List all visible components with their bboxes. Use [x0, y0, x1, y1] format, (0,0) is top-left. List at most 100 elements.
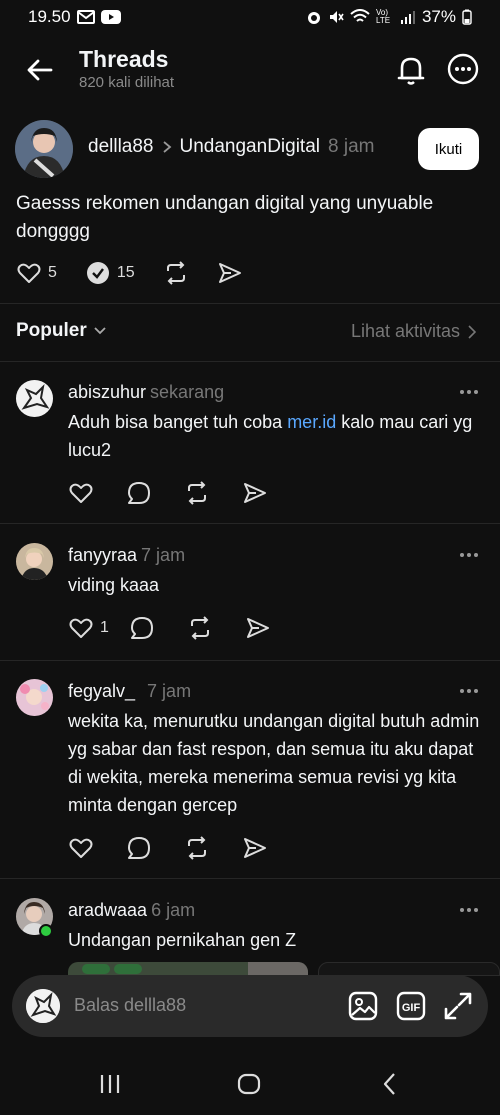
repost-icon[interactable]: [163, 260, 189, 286]
more-options-icon[interactable]: [446, 52, 480, 86]
back-arrow-icon[interactable]: [24, 54, 56, 86]
reply-username[interactable]: fegyalv_: [68, 681, 135, 701]
reply-item: abiszuhur sekarang Aduh bisa banget tuh c…: [0, 380, 500, 520]
sort-dropdown[interactable]: Populer: [16, 320, 107, 342]
more-options-icon[interactable]: [458, 900, 480, 920]
follow-button[interactable]: Ikuti: [418, 128, 479, 170]
signal-icon: [400, 11, 415, 24]
reply-username[interactable]: fanyyraa: [68, 545, 137, 565]
reply-text: Undangan pernikahan gen Z: [68, 930, 297, 950]
repost-count-button[interactable]: 15: [85, 260, 135, 286]
reply-header: abiszuhur sekarang: [68, 382, 224, 403]
more-options-icon[interactable]: [458, 681, 480, 701]
post-text: Gaesss rekomen undangan digital yang uny…: [16, 193, 434, 242]
more-options-icon[interactable]: [458, 382, 480, 402]
top-bar: Threads 820 kali dilihat: [0, 36, 500, 108]
divider: [0, 303, 500, 304]
media-thumbnail[interactable]: [318, 962, 500, 976]
bell-icon[interactable]: [393, 52, 429, 88]
reply-text: viding kaaa: [68, 575, 160, 595]
gif-icon[interactable]: GIF: [396, 991, 426, 1021]
svg-text:GIF: GIF: [402, 1002, 421, 1014]
post-time: 8 jam: [328, 136, 375, 157]
media-thumbnail[interactable]: [68, 962, 308, 976]
chevron-down-icon: [94, 327, 106, 335]
reply-header: fegyalv_ 7 jam: [68, 681, 191, 702]
share-icon[interactable]: [217, 260, 243, 286]
reply-time: sekarang: [150, 382, 225, 402]
reply-time: 7 jam: [141, 545, 186, 565]
youtube-icon: [100, 10, 121, 24]
reply-time: 7 jam: [147, 681, 192, 701]
chevron-right-icon: [468, 324, 476, 339]
heart-icon[interactable]: [68, 835, 94, 861]
alarm-icon: [307, 12, 320, 24]
repost-icon[interactable]: [187, 615, 213, 641]
reply-actions: [68, 480, 268, 506]
reply-item: fegyalv_ 7 jam wekita ka, menurutku undan…: [0, 679, 500, 869]
more-options-icon[interactable]: [458, 545, 480, 565]
reply-actions: [68, 835, 268, 861]
share-icon[interactable]: [242, 835, 268, 861]
reply-header: aradwaaa 6 jam: [68, 900, 195, 921]
reply-item: aradwaaa 6 jam Undangan pernikahan gen Z: [0, 898, 500, 968]
expand-icon[interactable]: [442, 990, 474, 1022]
reply-header: fanyyraa 7 jam: [68, 545, 185, 566]
reply-username[interactable]: abiszuhur: [68, 382, 146, 402]
image-icon[interactable]: [348, 991, 378, 1021]
view-count: 820 kali dilihat: [79, 74, 175, 91]
gmail-icon: [76, 10, 95, 24]
community-name[interactable]: UndanganDigital: [180, 136, 321, 158]
network-label: Vo) LTE: [375, 8, 391, 25]
share-icon[interactable]: [242, 480, 268, 506]
battery-label: 37%: [421, 7, 456, 26]
status-bar: 19.50 Vo) LTE 37%: [0, 0, 500, 34]
system-nav-bar: [0, 1050, 500, 1115]
online-status-indicator: [39, 924, 53, 938]
like-count: 5: [48, 264, 57, 281]
like-button[interactable]: 5: [16, 260, 57, 286]
chevron-right-icon: [162, 141, 171, 153]
reply-text: Aduh bisa banget tuh coba mer.id kalo ma…: [68, 408, 488, 464]
status-time: 19.50: [28, 7, 71, 26]
like-button[interactable]: 1: [68, 615, 109, 641]
battery-icon: [462, 9, 472, 25]
post-actions: 5 15: [16, 260, 243, 286]
repost-count: 15: [116, 264, 135, 281]
avatar[interactable]: [16, 679, 53, 716]
reply-username[interactable]: aradwaaa: [68, 900, 147, 920]
heart-icon[interactable]: [68, 480, 94, 506]
reply-composer[interactable]: Balas dellla88 GIF: [12, 975, 488, 1037]
heart-icon: [17, 263, 41, 283]
heart-icon: [69, 618, 93, 638]
reply-text-start: Aduh bisa banget tuh coba: [68, 412, 288, 432]
divider: [0, 523, 500, 524]
reply-item: fanyyraa 7 jam viding kaaa 1: [0, 543, 500, 653]
reply-time: 6 jam: [151, 900, 196, 920]
wifi-icon: [350, 9, 370, 22]
reply-input[interactable]: Balas dellla88: [74, 995, 186, 1016]
view-activity-link[interactable]: Lihat aktivitas: [351, 321, 476, 342]
check-circle-icon: [86, 262, 109, 284]
page-title: Threads: [79, 46, 169, 72]
like-count: 1: [100, 619, 109, 636]
comment-icon[interactable]: [126, 835, 152, 861]
share-icon[interactable]: [245, 615, 271, 641]
post-username[interactable]: dellla88: [88, 136, 154, 158]
comment-icon[interactable]: [126, 480, 152, 506]
repost-icon[interactable]: [184, 480, 210, 506]
reply-text: wekita ka, menurutku undangan digital bu…: [68, 711, 480, 815]
reply-link[interactable]: mer.id: [287, 412, 336, 432]
recent-apps-icon[interactable]: [96, 1070, 124, 1098]
home-icon[interactable]: [235, 1070, 263, 1098]
back-icon[interactable]: [376, 1070, 404, 1098]
avatar[interactable]: [16, 380, 53, 417]
reply-actions: 1: [68, 615, 271, 641]
avatar[interactable]: [15, 120, 73, 178]
post-meta: dellla88 UndanganDigital 8 jam: [88, 136, 374, 158]
avatar[interactable]: [16, 543, 53, 580]
activity-label: Lihat aktivitas: [350, 321, 460, 341]
comment-icon[interactable]: [129, 615, 155, 641]
repost-icon[interactable]: [184, 835, 210, 861]
divider: [0, 878, 500, 879]
